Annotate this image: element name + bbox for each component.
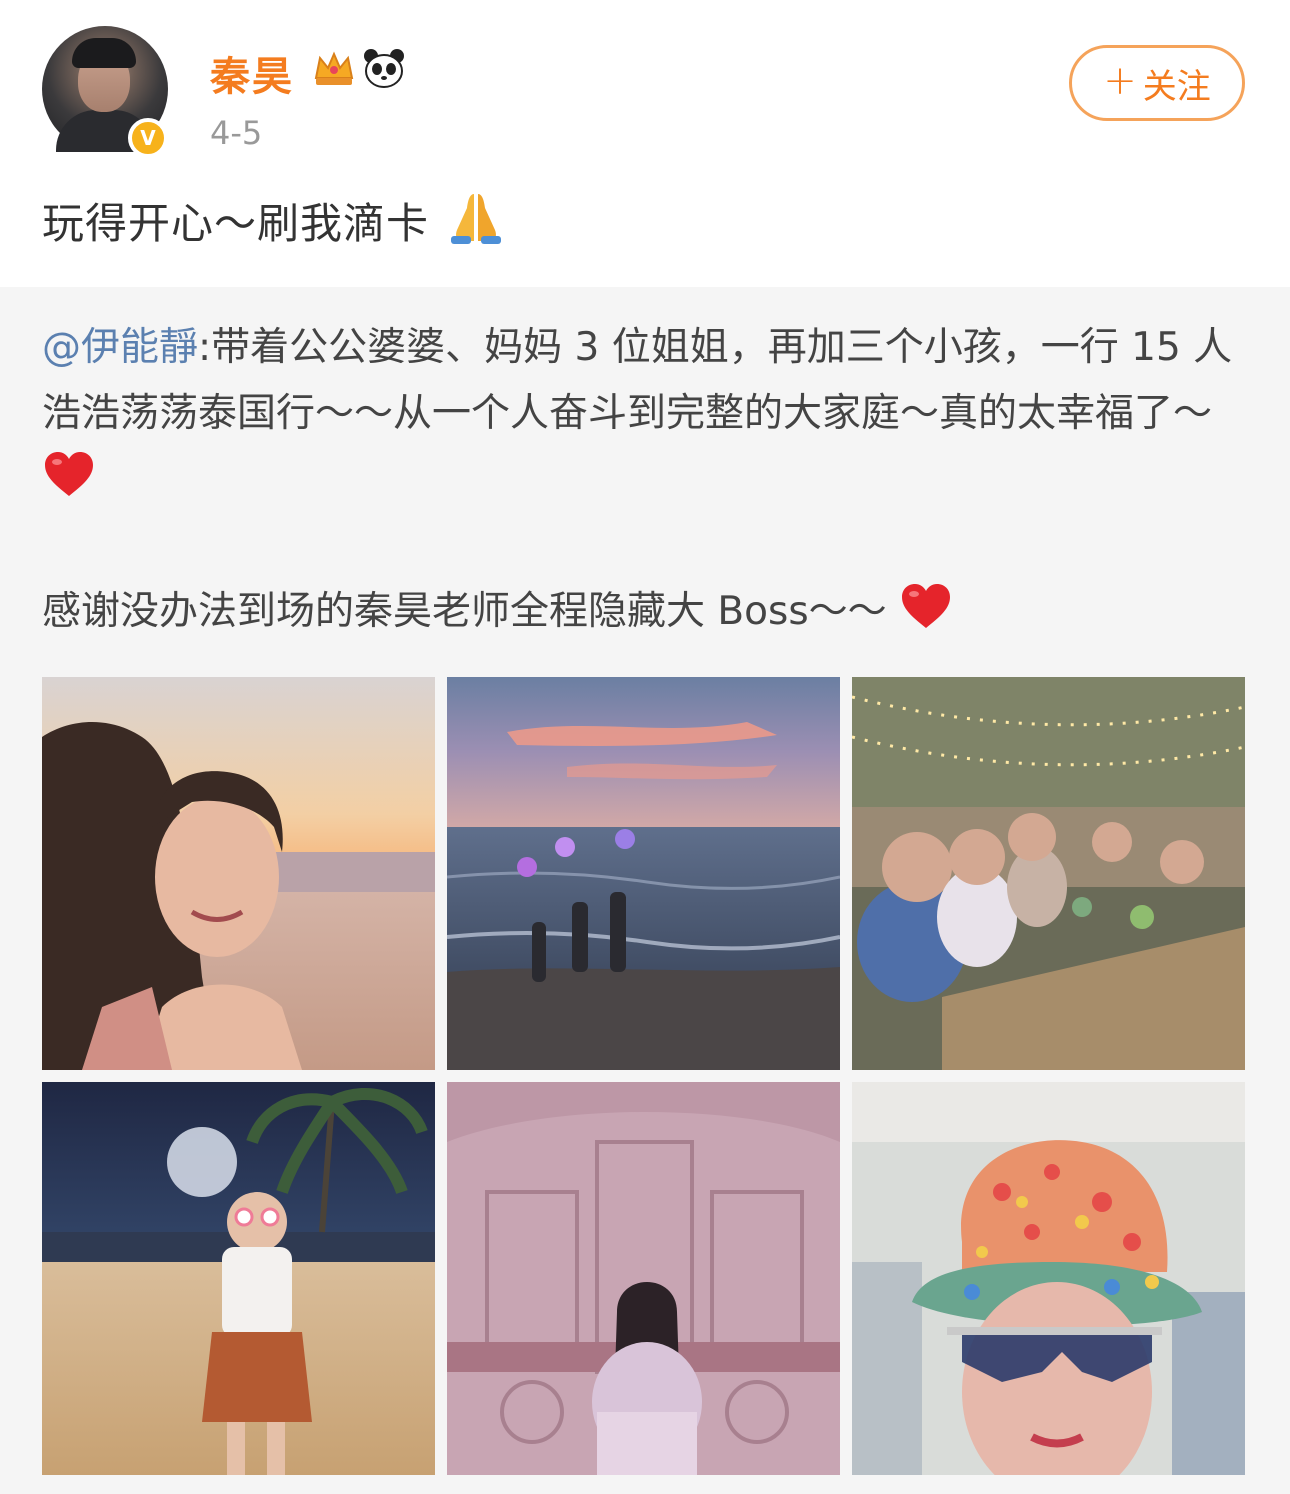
red-heart-emoji xyxy=(45,452,93,496)
photo-grid xyxy=(42,677,1246,1475)
post-text-content: 玩得开心～刷我滴卡 xyxy=(42,199,430,248)
username[interactable]: 秦昊 xyxy=(210,44,294,102)
photo-girl-beach-night[interactable] xyxy=(42,1082,435,1475)
post-date: 4-5 xyxy=(210,114,263,152)
repost-card[interactable]: @伊能靜:带着公公婆婆、妈妈 3 位姐姐，再加三个小孩，一行 15 人浩浩荡荡泰… xyxy=(0,287,1290,1494)
post-text: 玩得开心～刷我滴卡 xyxy=(42,190,509,251)
follow-button[interactable]: + 关注 xyxy=(1069,45,1245,121)
repost-line-1: :带着公公婆婆、妈妈 3 位姐姐，再加三个小孩，一行 15 人浩浩荡荡泰国行～～… xyxy=(42,325,1233,436)
verified-badge-icon: V xyxy=(128,118,168,158)
red-heart-emoji xyxy=(902,584,951,628)
mention-link[interactable]: @伊能靜 xyxy=(42,325,198,370)
photo-selfie-beach-sunset[interactable] xyxy=(42,677,435,1070)
crown-badge-icon[interactable] xyxy=(312,48,356,90)
folded-hands-emoji xyxy=(451,194,502,244)
plus-icon: + xyxy=(1103,58,1137,104)
repost-line-2: 感谢没办法到场的秦昊老师全程隐藏大 Boss～～ xyxy=(42,589,887,634)
repost-text: @伊能靜:带着公公婆婆、妈妈 3 位姐姐，再加三个小孩，一行 15 人浩浩荡荡泰… xyxy=(42,315,1252,645)
photo-woman-bucket-hat[interactable] xyxy=(852,1082,1245,1475)
photo-kids-sea-sunset[interactable] xyxy=(447,677,840,1070)
photo-woman-pink-room[interactable] xyxy=(447,1082,840,1475)
follow-label: 关注 xyxy=(1142,66,1211,107)
panda-badge-icon[interactable] xyxy=(362,46,406,90)
post-header: V 秦昊 4-5 + 关注 玩得开心～刷我滴卡 xyxy=(0,0,1290,248)
photo-family-dinner[interactable] xyxy=(852,677,1245,1070)
